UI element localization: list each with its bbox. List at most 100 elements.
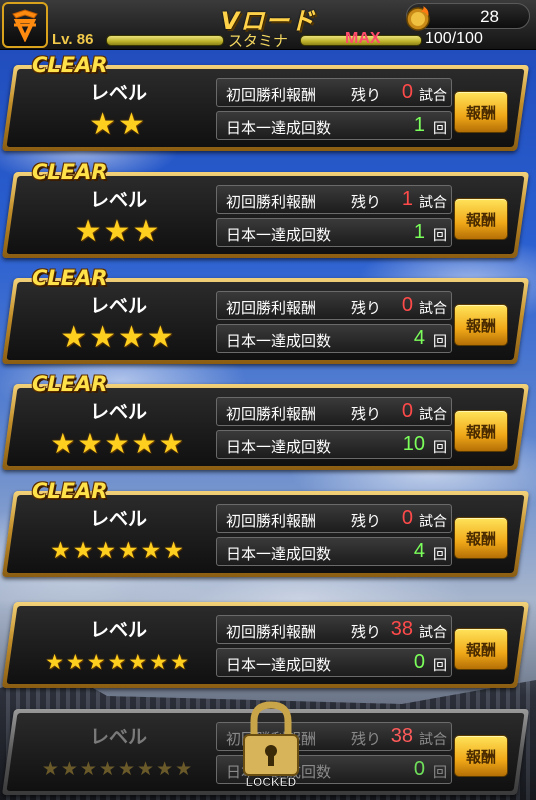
games-unit: 試合 [419, 407, 447, 423]
reward-button-label: 報酬 [465, 316, 496, 335]
first-win-reward-label: 初回勝利報酬 [226, 512, 317, 530]
games-unit: 試合 [419, 301, 447, 317]
clear-badge: CLEAR [32, 266, 108, 290]
difficulty-stars: ★ ★ ★ ★ ★ ★ [22, 537, 212, 565]
difficulty-stars: ★ ★ [22, 107, 212, 142]
star-icon: ★ [104, 427, 130, 460]
clear-badge: CLEAR [32, 372, 108, 396]
reward-button-label: 報酬 [465, 103, 496, 122]
star-icon: ★ [170, 650, 189, 674]
clear-badge: CLEAR [32, 479, 108, 503]
level-row-8-stars: レベル★★★★★★★★ 初回勝利報酬 残り 38 試合 日本一達成回数 0 回 … [1, 697, 530, 800]
games-unit: 試合 [419, 514, 447, 530]
reward-button[interactable]: 報酬 [454, 735, 508, 777]
remaining-label: 残り [351, 623, 382, 641]
star-icon: ★ [163, 538, 184, 564]
championship-label: 日本一達成回数 [226, 119, 332, 137]
games-unit: 試合 [419, 88, 447, 104]
championship-label: 日本一達成回数 [226, 656, 332, 674]
first-win-reward-label: 初回勝利報酬 [226, 405, 317, 423]
reward-button[interactable]: 報酬 [454, 198, 508, 240]
remaining-games-count: 1 [401, 188, 413, 210]
star-icon: ★ [146, 320, 174, 355]
times-unit: 回 [433, 121, 447, 137]
exp-bar [106, 35, 224, 46]
remaining-games-count: 0 [401, 400, 413, 422]
star-icon: ★ [77, 427, 103, 460]
star-icon: ★ [158, 427, 184, 460]
times-unit: 回 [433, 334, 447, 350]
player-level: Lv. 86 [52, 31, 94, 48]
star-icon: ★ [74, 214, 102, 249]
reward-button-label: 報酬 [465, 640, 496, 659]
games-unit: 試合 [419, 732, 447, 748]
championship-count: 4 [413, 540, 425, 562]
reward-button[interactable]: 報酬 [454, 410, 508, 452]
championship-label: 日本一達成回数 [226, 545, 332, 563]
level-row-3-stars[interactable]: CLEAR レベル ★ ★ ★ 初回勝利報酬 残り 1 試合 日本一達成回数 1 回 報… [1, 160, 530, 266]
star-icon: ★ [65, 650, 85, 674]
star-icon: ★ [103, 214, 131, 249]
star-icon: ★ [131, 427, 157, 460]
first-win-reward-box: 初回勝利報酬 残り 0 試合 [216, 504, 452, 533]
team-logo-button[interactable] [2, 2, 48, 48]
reward-button-label: 報酬 [465, 210, 496, 229]
first-win-reward-box: 初回勝利報酬 残り 1 試合 [216, 185, 452, 214]
remaining-label: 残り [351, 86, 382, 104]
level-row-5-stars[interactable]: CLEAR レベル ★ ★ ★ ★ ★ 初回勝利報酬 残り 0 試合 日本一達成回数 10 … [1, 372, 530, 478]
level-row-6-stars[interactable]: CLEAR レベル ★ ★ ★ ★ ★ ★ 初回勝利報酬 残り 0 試合 日本一達成回数 4 … [1, 479, 530, 585]
stamina-label: スタミナ [228, 32, 289, 50]
level-row-7-stars[interactable]: レベル ★ ★ ★ ★ ★ ★ ★ 初回勝利報酬 残り 38 試合 日本一達成回数 0 回 報… [1, 590, 530, 696]
championship-count: 1 [413, 221, 425, 243]
remaining-label: 残り [351, 512, 382, 530]
championship-box: 日本一達成回数 4 回 [216, 537, 452, 566]
first-win-reward-label: 初回勝利報酬 [226, 623, 317, 641]
championship-box: 日本一達成回数 1 回 [216, 218, 452, 247]
difficulty-stars: ★ ★ ★ ★ ★ ★ ★ [22, 648, 212, 676]
star-icon: ★ [118, 107, 145, 142]
reward-button[interactable]: 報酬 [454, 628, 508, 670]
championship-label: 日本一達成回数 [226, 226, 332, 244]
level-row-2-stars[interactable]: CLEAR レベル ★ ★ 初回勝利報酬 残り 0 試合 日本一達成回数 1 回 報酬 [1, 53, 530, 159]
level-label: レベル [90, 508, 148, 530]
star-icon: ★ [89, 107, 116, 142]
level-label: レベル [90, 82, 148, 104]
star-icon: ★ [175, 758, 193, 780]
reward-button-label: 報酬 [465, 747, 496, 766]
games-unit: 試合 [419, 195, 447, 211]
reward-button-label: 報酬 [465, 529, 496, 548]
star-icon: ★ [89, 320, 116, 355]
level-label: レベル [90, 726, 148, 748]
top-bar: Vロード 28 Lv. 86 スタミナ MAX 100/100 [0, 0, 536, 50]
reward-button[interactable]: 報酬 [454, 517, 508, 559]
difficulty-stars: ★ ★ ★ ★ ★ ★ ★ ★ [22, 755, 212, 783]
star-icon: ★ [156, 758, 174, 780]
star-icon: ★ [79, 758, 97, 780]
star-icon: ★ [41, 758, 59, 780]
difficulty-stars: ★ ★ ★ ★ [22, 320, 212, 355]
reward-button[interactable]: 報酬 [454, 304, 508, 346]
first-win-reward-box: 初回勝利報酬 残り 0 試合 [216, 78, 452, 107]
level-label: レベル [90, 619, 148, 641]
level-label: レベル [90, 401, 148, 423]
fire-coin-icon [406, 6, 430, 31]
first-win-reward-box: 初回勝利報酬 残り 38 試合 [216, 615, 452, 644]
first-win-reward-label: 初回勝利報酬 [226, 193, 317, 211]
star-icon: ★ [60, 758, 78, 780]
championship-box: 日本一達成回数 1 回 [216, 111, 452, 140]
championship-box: 日本一達成回数 10 回 [216, 430, 452, 459]
remaining-games-count: 0 [401, 507, 413, 529]
remaining-games-count: 38 [390, 725, 413, 747]
times-unit: 回 [433, 228, 447, 244]
reward-button[interactable]: 報酬 [454, 91, 508, 133]
star-icon: ★ [86, 650, 106, 674]
remaining-games-count: 38 [390, 618, 413, 640]
padlock-icon: LOCKED [243, 701, 299, 789]
coin-counter: 28 [406, 3, 530, 31]
first-win-reward-box: 初回勝利報酬 残り 0 試合 [216, 397, 452, 426]
championship-count: 10 [402, 433, 425, 455]
remaining-label: 残り [351, 730, 382, 748]
first-win-reward-label: 初回勝利報酬 [226, 86, 317, 104]
times-unit: 回 [433, 547, 447, 563]
level-row-4-stars[interactable]: CLEAR レベル ★ ★ ★ ★ 初回勝利報酬 残り 0 試合 日本一達成回数 4 回 … [1, 266, 530, 372]
